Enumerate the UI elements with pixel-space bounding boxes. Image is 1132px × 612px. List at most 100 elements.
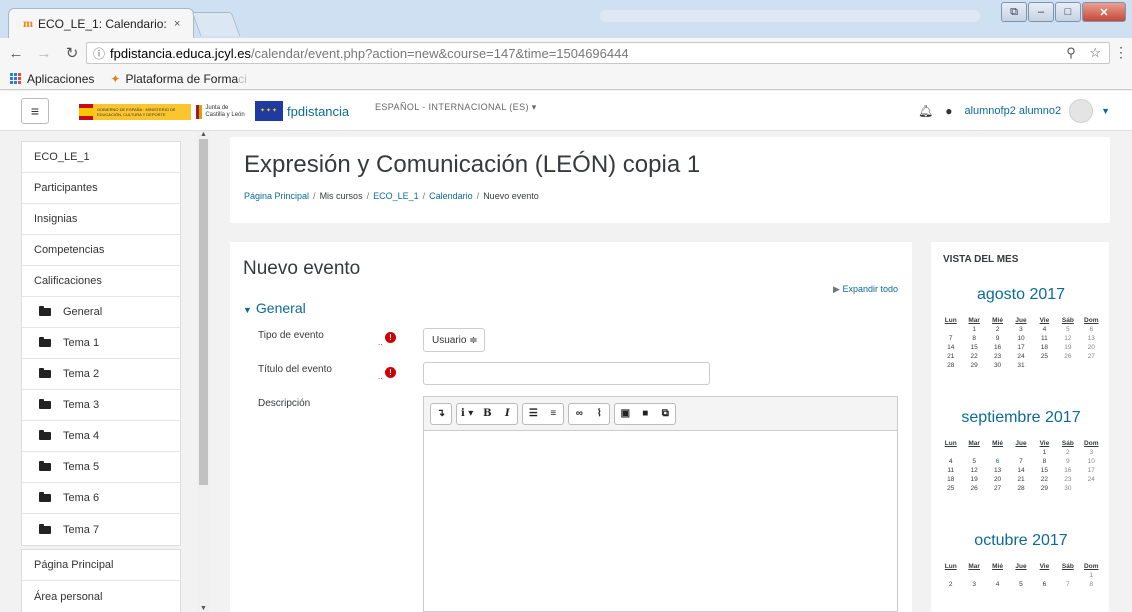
- scrollbar-thumb[interactable]: [199, 139, 208, 485]
- event-title-input[interactable]: [423, 362, 710, 385]
- language-menu[interactable]: ESPAÑOL - INTERNACIONAL (ES) ▾: [375, 102, 537, 113]
- calendar-day[interactable]: 31: [1009, 362, 1032, 369]
- ordered-list-icon[interactable]: ≡: [543, 404, 563, 424]
- calendar-day[interactable]: 23: [1056, 476, 1079, 483]
- video-icon[interactable]: ■: [635, 404, 655, 424]
- calendar-day[interactable]: 19: [1056, 344, 1079, 351]
- browser-menu-icon[interactable]: ⋮: [1114, 44, 1128, 61]
- month-name[interactable]: septiembre 2017: [939, 409, 1103, 427]
- calendar-day[interactable]: 2: [939, 581, 962, 588]
- calendar-day[interactable]: 4: [986, 581, 1009, 588]
- avatar[interactable]: [1069, 99, 1094, 123]
- link-icon[interactable]: ∞: [569, 404, 589, 424]
- month-name[interactable]: octubre 2017: [939, 532, 1103, 550]
- calendar-day[interactable]: 21: [939, 353, 962, 360]
- window-close-icon[interactable]: ✕: [1082, 2, 1126, 22]
- calendar-day[interactable]: 25: [1033, 353, 1056, 360]
- calendar-day[interactable]: 5: [1009, 581, 1032, 588]
- site-brand[interactable]: fpdistancia: [287, 104, 349, 119]
- jcyl-logo[interactable]: Junta de Castilla y León: [196, 102, 246, 122]
- calendar-day[interactable]: 1: [1033, 449, 1056, 456]
- tab-close-icon[interactable]: ×: [174, 18, 180, 30]
- paragraph-style-icon[interactable]: i ▾: [457, 404, 477, 424]
- calendar-day[interactable]: 28: [939, 362, 962, 369]
- notifications-bell-icon[interactable]: 🔔︎: [918, 104, 933, 118]
- messages-bubble-icon[interactable]: ●: [945, 104, 952, 118]
- calendar-day[interactable]: 12: [962, 467, 985, 474]
- calendar-day[interactable]: 8: [1080, 581, 1103, 588]
- image-icon[interactable]: ▣: [615, 404, 635, 424]
- toolbar-toggle-icon[interactable]: ↴: [431, 404, 451, 424]
- nav-section-item[interactable]: Tema 1: [22, 328, 180, 359]
- calendar-day[interactable]: 2: [986, 326, 1009, 333]
- window-minimize-icon[interactable]: –: [1028, 2, 1054, 22]
- calendar-day[interactable]: 3: [962, 581, 985, 588]
- calendar-day[interactable]: 15: [1033, 467, 1056, 474]
- nav-item-competencias[interactable]: Competencias: [22, 235, 180, 266]
- calendar-day[interactable]: 27: [986, 485, 1009, 492]
- calendar-day[interactable]: 29: [1033, 485, 1056, 492]
- nav-item-insignias[interactable]: Insignias: [22, 204, 180, 235]
- window-restore-icon[interactable]: ⧉: [1001, 2, 1027, 22]
- nav-item-calificaciones[interactable]: Calificaciones: [22, 266, 180, 297]
- event-type-select[interactable]: Usuario ≑: [423, 328, 485, 352]
- nav-item-area-personal[interactable]: Área personal: [22, 581, 180, 612]
- calendar-day[interactable]: 16: [1056, 467, 1079, 474]
- breadcrumb-mis-cursos[interactable]: Mis cursos: [320, 191, 363, 201]
- month-name[interactable]: agosto 2017: [939, 286, 1103, 304]
- gobierno-logo[interactable]: GOBIERNO DE ESPAÑA · MINISTERIO DE EDUCA…: [79, 104, 191, 120]
- calendar-day[interactable]: 10: [1080, 458, 1103, 465]
- calendar-day[interactable]: 9: [1056, 458, 1079, 465]
- calendar-day[interactable]: 25: [939, 485, 962, 492]
- calendar-day[interactable]: 26: [1056, 353, 1079, 360]
- calendar-day[interactable]: 15: [962, 344, 985, 351]
- nav-section-item[interactable]: Tema 3: [22, 390, 180, 421]
- window-maximize-icon[interactable]: □: [1055, 2, 1081, 22]
- calendar-day[interactable]: 13: [1080, 335, 1103, 342]
- calendar-day[interactable]: 7: [1056, 581, 1079, 588]
- scroll-down-icon[interactable]: ▼: [197, 605, 210, 612]
- expand-all-link[interactable]: ▶ Expandir todo: [833, 284, 898, 295]
- nav-section-item[interactable]: Tema 5: [22, 452, 180, 483]
- description-textarea[interactable]: [424, 431, 897, 611]
- breadcrumb-calendario[interactable]: Calendario: [429, 191, 473, 201]
- calendar-day[interactable]: 26: [962, 485, 985, 492]
- nav-section-item[interactable]: General: [22, 297, 180, 328]
- calendar-day[interactable]: 8: [1033, 458, 1056, 465]
- nav-section-item[interactable]: Tema 6: [22, 483, 180, 514]
- calendar-day[interactable]: 9: [986, 335, 1009, 342]
- bold-icon[interactable]: B: [477, 404, 497, 424]
- breadcrumb-home[interactable]: Página Principal: [244, 191, 309, 201]
- calendar-day[interactable]: 20: [986, 476, 1009, 483]
- calendar-day[interactable]: 18: [939, 476, 962, 483]
- calendar-day[interactable]: 11: [1033, 335, 1056, 342]
- calendar-day[interactable]: 1: [1080, 572, 1103, 579]
- unordered-list-icon[interactable]: ☰: [523, 404, 543, 424]
- scroll-up-icon[interactable]: ▲: [197, 131, 210, 138]
- breadcrumb-course[interactable]: ECO_LE_1: [373, 191, 419, 201]
- bookmark-star-icon[interactable]: ☆: [1089, 45, 1101, 60]
- calendar-day[interactable]: 10: [1009, 335, 1032, 342]
- section-general-toggle[interactable]: ▼ General: [243, 300, 306, 316]
- user-menu-caret-icon[interactable]: ▼: [1101, 106, 1110, 116]
- calendar-day[interactable]: 24: [1009, 353, 1032, 360]
- new-tab-button[interactable]: [191, 12, 241, 36]
- nav-item-pagina-principal[interactable]: Página Principal: [22, 550, 180, 581]
- calendar-day[interactable]: 27: [1080, 353, 1103, 360]
- bookmark-plataforma[interactable]: ✦ Plataforma de Forma ci: [110, 72, 246, 86]
- calendar-day[interactable]: 13: [986, 467, 1009, 474]
- drawer-toggle-icon[interactable]: ≡: [21, 98, 49, 124]
- drawer-scrollbar[interactable]: ▲ ▼: [197, 131, 210, 612]
- calendar-day[interactable]: 6: [1033, 581, 1056, 588]
- calendar-day[interactable]: 4: [939, 458, 962, 465]
- calendar-day[interactable]: 30: [986, 362, 1009, 369]
- calendar-day[interactable]: 16: [986, 344, 1009, 351]
- calendar-day[interactable]: 6: [986, 458, 1009, 465]
- back-arrow-icon[interactable]: ←: [4, 45, 28, 62]
- reload-icon[interactable]: ↻: [60, 44, 84, 62]
- calendar-day[interactable]: 4: [1033, 326, 1056, 333]
- calendar-day[interactable]: 5: [1056, 326, 1079, 333]
- calendar-day[interactable]: 22: [962, 353, 985, 360]
- calendar-day[interactable]: 11: [939, 467, 962, 474]
- calendar-day[interactable]: 8: [962, 335, 985, 342]
